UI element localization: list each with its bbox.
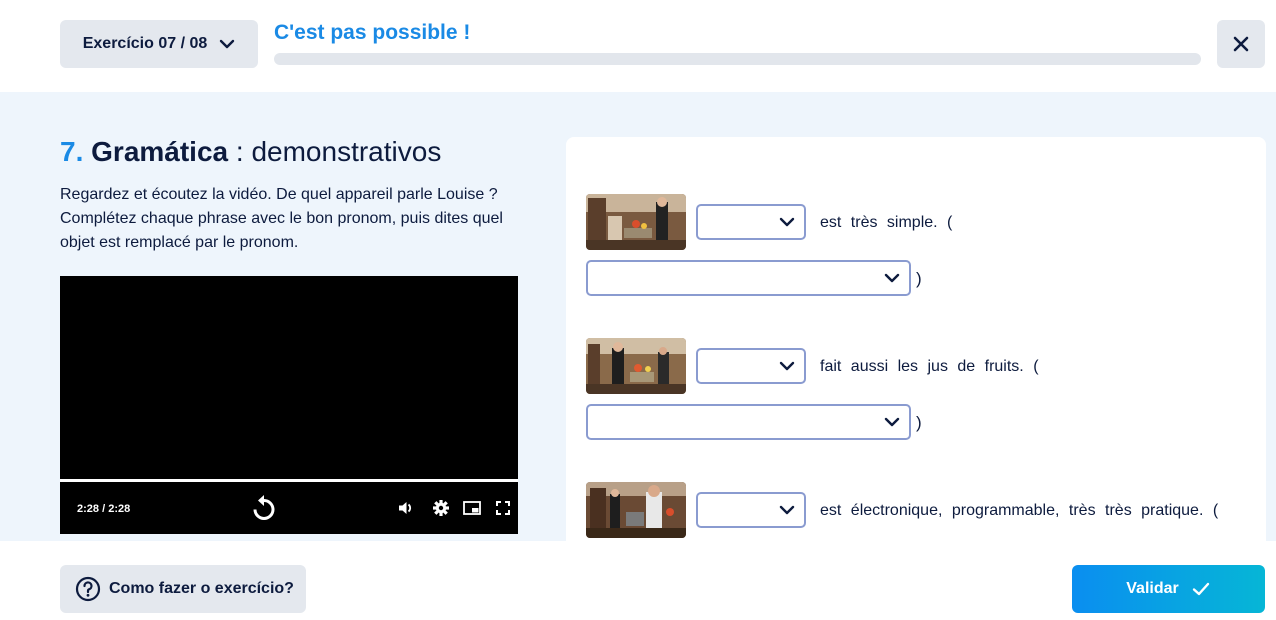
exercise-instructions: Regardez et écoutez la vidéo. De quel ap… [60,186,503,251]
checkmark-icon [1192,582,1209,596]
volume-icon[interactable] [398,500,414,516]
exercise-heading: 7. Gramática : demonstrativos [60,136,441,168]
question-text: est très simple. ( [820,214,953,231]
exercise-type: Gramática [91,136,229,167]
object-select[interactable] [586,404,911,440]
close-button[interactable] [1217,20,1265,68]
video-current-time: 2:28 [77,503,100,515]
exercise-selector[interactable]: Exercício 07 / 08 [60,20,258,68]
chevron-down-icon [779,505,795,515]
validate-button-label: Validar [1126,580,1179,597]
video-time-separator: / [102,503,106,515]
exercise-progress-bar [274,53,1201,65]
exercise-number: 7. [60,136,84,167]
pronoun-select[interactable] [696,492,806,528]
exercise-topic: demonstrativos [251,136,442,167]
validate-button[interactable]: Validar [1072,565,1265,613]
chevron-down-icon [220,39,235,49]
video-duration: 2:28 [108,503,131,515]
video-player[interactable]: 2:28 / 2:28 [60,276,518,534]
video-thumbnail [586,338,686,394]
video-thumbnail [586,482,686,538]
video-thumbnail [586,194,686,250]
exercise-selector-label: Exercício 07 / 08 [82,35,208,52]
video-seek-bar[interactable] [60,479,518,482]
chevron-down-icon [884,273,900,283]
picture-in-picture-icon[interactable] [463,500,481,516]
question-circle-icon [75,576,101,602]
questions-panel: est très simple. ( ) fait aussi les jus … [566,137,1266,557]
pronoun-select[interactable] [696,204,806,240]
replay-icon[interactable] [250,494,278,522]
question-text: fait aussi les jus de fruits. ( [820,358,1039,375]
chevron-down-icon [779,361,795,371]
close-icon [1233,36,1249,52]
closing-parenthesis: ) [916,269,922,288]
exercise-heading-separator: : [228,136,252,167]
bottom-bar: Como fazer o exercício? Validar [0,541,1276,620]
page-title: C'est pas possible ! [274,21,471,44]
pronoun-select[interactable] [696,348,806,384]
chevron-down-icon [779,217,795,227]
fullscreen-icon[interactable] [496,501,510,515]
chevron-down-icon [884,417,900,427]
video-time: 2:28 / 2:28 [77,503,130,515]
question-text: est électronique, programmable, très trè… [820,502,1219,519]
top-bar: Exercício 07 / 08 C'est pas possible ! [0,0,1276,92]
closing-parenthesis: ) [916,413,922,432]
object-select[interactable] [586,260,911,296]
settings-gear-icon[interactable] [432,499,450,517]
help-button-label: Como fazer o exercício? [109,580,294,597]
help-button[interactable]: Como fazer o exercício? [60,565,306,613]
